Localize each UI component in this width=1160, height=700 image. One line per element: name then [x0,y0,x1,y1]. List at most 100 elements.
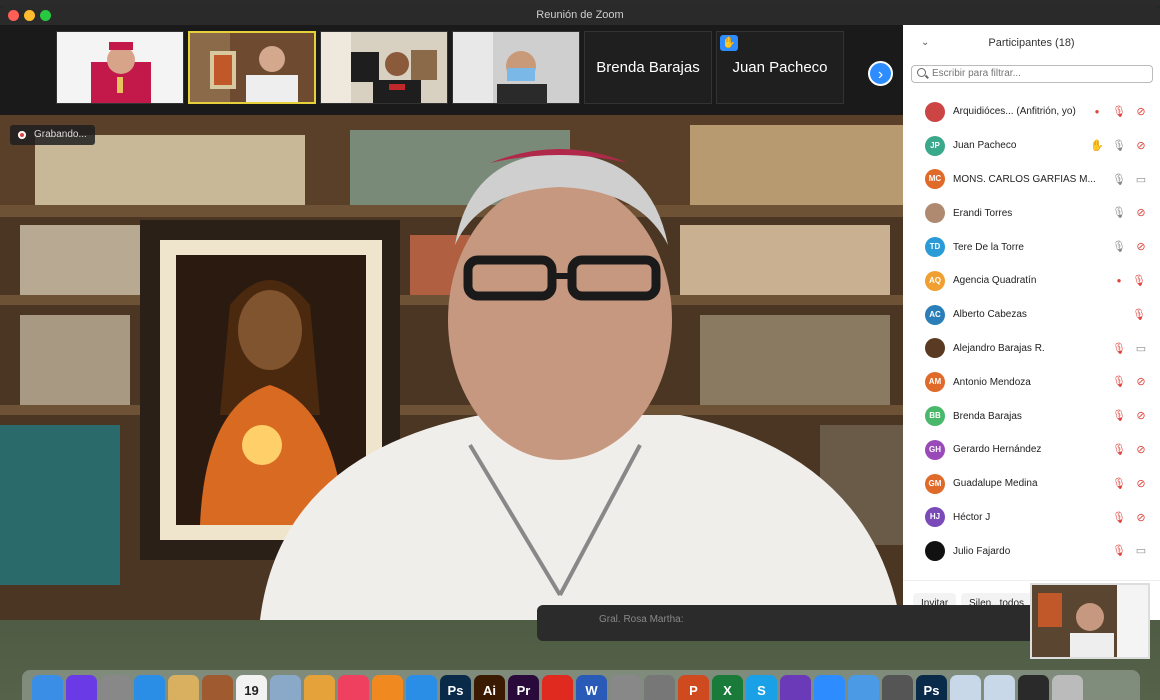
camera-off-icon: ⊘ [1136,106,1146,118]
thumbnail-video-3[interactable] [320,31,448,104]
participant-avatar: AQ [925,270,945,291]
participant-avatar: BB [925,406,945,427]
illustrator-icon[interactable]: Ai [474,675,505,700]
mic-icon: 🎙 [1112,173,1126,186]
notes-icon[interactable] [168,675,199,700]
mic-muted-icon: 🎙 [1112,443,1126,456]
books-icon[interactable] [372,675,403,700]
camera-off-icon: ⊘ [1136,241,1146,254]
recording-dot-icon: ● [1116,275,1122,285]
self-view-video [1032,585,1148,657]
close-window-button[interactable] [8,10,19,21]
word-icon[interactable]: W [576,675,607,700]
next-page-button[interactable]: › [868,61,893,86]
mic-icon: 🎙 [1112,139,1126,152]
participant-row[interactable]: Alejandro Barajas R. ▭ 🎙 [903,332,1160,366]
premiere-icon[interactable]: Pr [508,675,539,700]
participant-video-4 [453,32,579,103]
participant-name: Guadalupe Medina [953,478,1038,490]
folder-3-icon[interactable] [1018,675,1049,700]
participants-header: ⌄ Participantes (18) [903,25,1160,61]
participant-row[interactable]: MC MONS. CARLOS GARFIAS M... ▭ 🎙 [903,163,1160,197]
excel-icon[interactable]: X [712,675,743,700]
folder-2-icon[interactable] [984,675,1015,700]
participant-row[interactable]: JP Juan Pacheco ⊘ 🎙 ✋ [903,129,1160,163]
fullscreen-window-button[interactable] [40,10,51,21]
participant-avatar: MC [925,169,945,190]
recording-indicator[interactable]: Grabando... [10,125,95,145]
folder-1-icon[interactable] [950,675,981,700]
launchpad-icon[interactable] [100,675,131,700]
participant-row[interactable]: AM Antonio Mendoza ⊘ 🎙 [903,365,1160,399]
thumbnail-video-2[interactable] [188,31,316,104]
minimize-window-button[interactable] [24,10,35,21]
powerpoint-icon[interactable]: P [678,675,709,700]
zoom-window: Reunión de Zoom Brenda Barajas ✋ Juan Pa… [0,5,1160,620]
zoom-icon[interactable] [814,675,845,700]
search-input[interactable] [932,68,1152,79]
participant-row[interactable]: AQ Agencia Quadratín 🎙 ● [903,264,1160,298]
app-store-icon[interactable] [406,675,437,700]
participant-name: Brenda Barajas [953,410,1022,422]
image-capture-icon[interactable] [610,675,641,700]
participant-name: Julio Fajardo [953,545,1011,557]
thumbnail-name: Juan Pacheco [732,59,828,76]
acrobat-icon[interactable] [542,675,573,700]
participant-row[interactable]: HJ Héctor J ⊘ 🎙 [903,501,1160,535]
participant-name: Erandi Torres [953,207,1013,219]
finder-icon[interactable] [32,675,63,700]
bookshelf-top [35,125,903,205]
skype-icon[interactable]: S [746,675,777,700]
chevron-down-icon[interactable]: ⌄ [921,25,929,61]
photoshop-2-icon[interactable]: Ps [916,675,947,700]
participant-row[interactable]: Julio Fajardo ▭ 🎙 [903,534,1160,568]
camera-icon: ▭ [1135,173,1147,186]
participant-video-2 [190,33,314,102]
participant-name: Antonio Mendoza [953,376,1031,388]
participant-name: Juan Pacheco [953,140,1017,152]
participant-avatar: JP [925,135,945,156]
participant-row[interactable]: AC Alberto Cabezas 🎙 [903,298,1160,332]
participant-row[interactable]: TD Tere De la Torre ⊘ 🎙 [903,230,1160,264]
mic-muted-icon: 🎙 [1132,274,1146,287]
participant-search[interactable] [911,65,1153,83]
self-view-preview[interactable] [1030,583,1150,659]
participant-row[interactable]: BB Brenda Barajas ⊘ 🎙 [903,399,1160,433]
camera-icon: ▭ [1135,342,1147,355]
icloud-icon[interactable] [848,675,879,700]
participant-row[interactable]: GH Gerardo Hernández ⊘ 🎙 [903,433,1160,467]
imovie-icon[interactable] [780,675,811,700]
mic-muted-icon: 🎙 [1112,106,1126,118]
system-preferences-icon[interactable] [644,675,675,700]
search-icon [917,68,926,77]
siri-icon[interactable] [66,675,97,700]
preview-icon[interactable] [270,675,301,700]
thumbnail-brenda-barajas[interactable]: Brenda Barajas [584,31,712,104]
mic-icon: 🎙 [1112,241,1126,254]
participant-list: Arquidióces... (Anfitrión, yo) ⊘ 🎙 ● JP Juan … [903,95,1160,575]
participant-name: MONS. CARLOS GARFIAS M... [953,173,1096,185]
participant-row[interactable]: GM Guadalupe Medina ⊘ 🎙 [903,467,1160,501]
thumbnail-juan-pacheco[interactable]: ✋ Juan Pacheco [716,31,844,104]
tool-icon[interactable] [882,675,913,700]
music-icon[interactable] [338,675,369,700]
recording-label: Grabando... [34,129,87,140]
background-window: Gral. Rosa Martha: [537,605,1037,641]
participant-avatar-photo [925,338,945,359]
camera-off-icon: ⊘ [1136,410,1146,423]
thumbnail-video-4[interactable] [452,31,580,104]
participant-avatar: GH [925,439,945,460]
photos-icon[interactable] [304,675,335,700]
camera-off-icon: ⊘ [1136,207,1146,220]
photoshop-icon[interactable]: Ps [440,675,471,700]
calendar-icon[interactable]: 19 [236,675,267,700]
mic-muted-icon: 🎙 [1112,410,1126,423]
window-title: Reunión de Zoom [536,9,624,21]
safari-icon[interactable] [134,675,165,700]
mic-muted-icon: 🎙 [1112,511,1126,524]
participant-row[interactable]: Arquidióces... (Anfitrión, yo) ⊘ 🎙 ● [903,95,1160,129]
books-stack-icon[interactable] [202,675,233,700]
thumbnail-video-1[interactable] [56,31,184,104]
participant-row[interactable]: Erandi Torres ⊘ 🎙 [903,196,1160,230]
trash-icon[interactable] [1052,675,1083,700]
